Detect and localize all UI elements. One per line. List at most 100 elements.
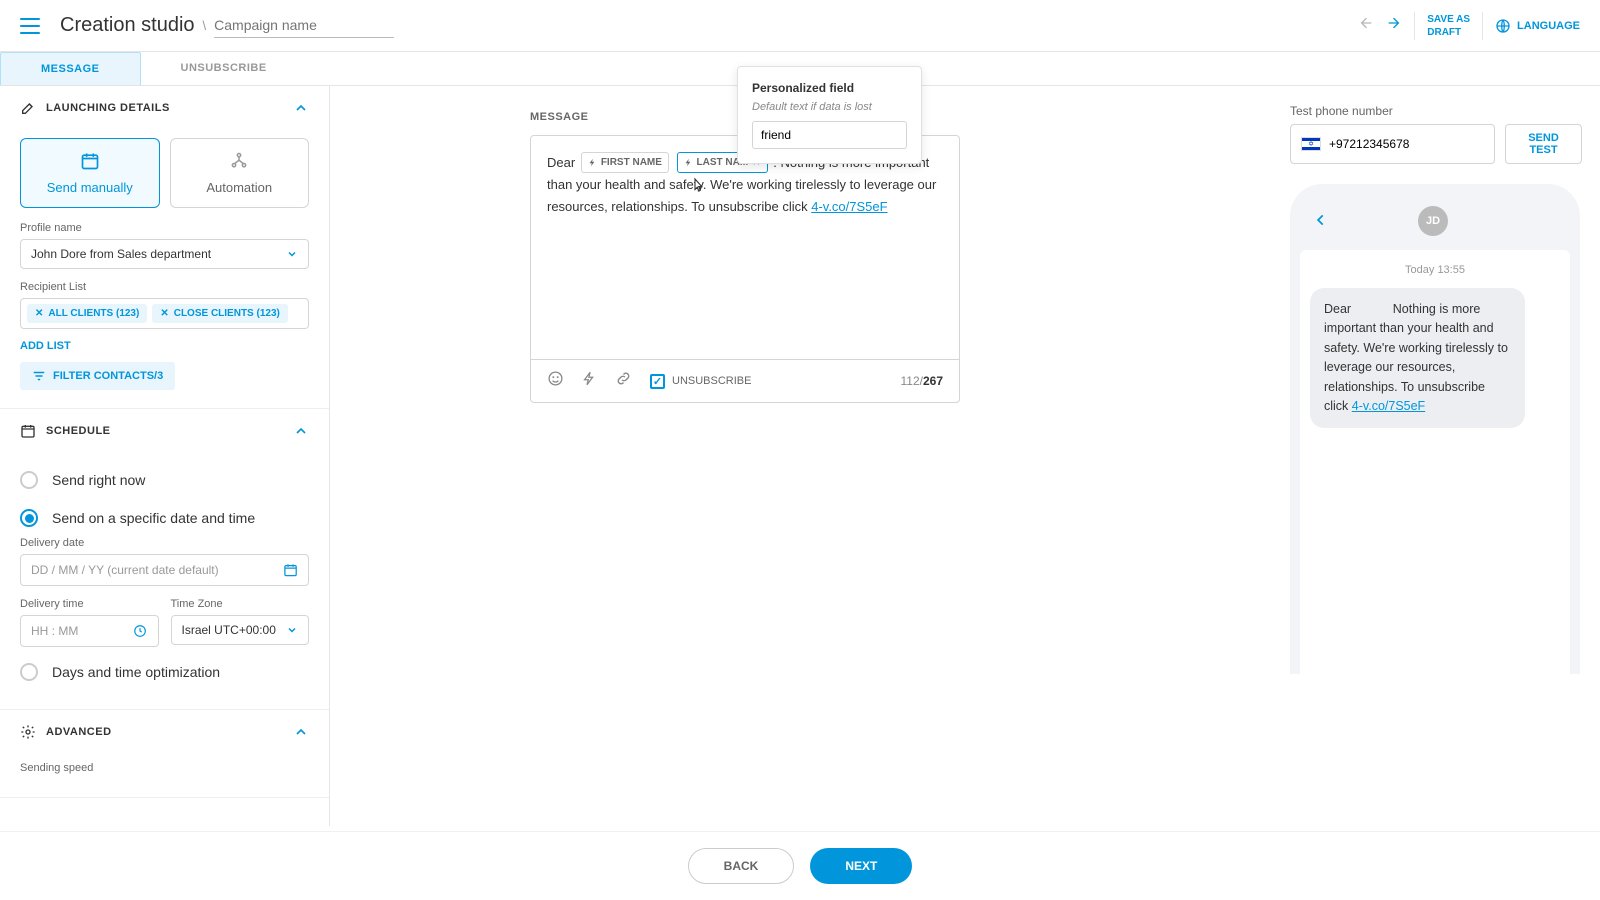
radio-unchecked-icon (20, 471, 38, 489)
close-icon[interactable]: ✕ (160, 308, 168, 319)
launching-details-header[interactable]: LAUNCHING DETAILS (0, 86, 329, 130)
filter-contacts-button[interactable]: FILTER CONTACTS/3 (20, 362, 175, 390)
recipient-chip[interactable]: ✕ CLOSE CLIENTS (123) (152, 304, 288, 323)
next-button[interactable]: NEXT (810, 848, 912, 884)
bubble-link[interactable]: 4-v.co/7S5eF (1352, 399, 1425, 413)
delivery-time-label: Delivery time (20, 598, 159, 610)
main-panel: Personalized field Default text if data … (330, 86, 1290, 826)
filter-label: FILTER CONTACTS/3 (53, 370, 163, 382)
popover-title: Personalized field (752, 81, 907, 95)
save-as-draft-button[interactable]: SAVE AS DRAFT (1427, 13, 1470, 39)
chevron-up-icon (293, 100, 309, 116)
advanced-title: ADVANCED (46, 726, 112, 738)
delivery-time-input[interactable] (20, 615, 159, 647)
back-button[interactable]: BACK (688, 848, 795, 884)
preview-timestamp: Today 13:55 (1310, 264, 1560, 276)
personalized-field-popover: Personalized field Default text if data … (737, 66, 922, 164)
recipient-list-box[interactable]: ✕ ALL CLIENTS (123) ✕ CLOSE CLIENTS (123) (20, 298, 309, 329)
header: Creation studio \ SAVE AS DRAFT LANGUAGE (0, 0, 1600, 52)
chevron-down-icon (286, 248, 298, 260)
recipient-chip[interactable]: ✕ ALL CLIENTS (123) (27, 304, 147, 323)
radio-unchecked-icon (20, 663, 38, 681)
launching-details-title: LAUNCHING DETAILS (46, 102, 170, 114)
clock-icon (133, 623, 147, 639)
lightning-icon[interactable] (582, 371, 597, 391)
tab-unsubscribe[interactable]: UNSUBSCRIBE (141, 52, 307, 85)
recipient-list-label: Recipient List (20, 281, 309, 293)
emoji-icon[interactable] (547, 370, 564, 392)
editor-text: Dear (547, 155, 575, 170)
editor-toolbar: ✓ UNSUBSCRIBE 112/267 (530, 360, 960, 403)
chevron-up-icon (293, 724, 309, 740)
chip-label: CLOSE CLIENTS (123) (174, 308, 280, 319)
delivery-time-field[interactable] (31, 624, 133, 638)
add-list-button[interactable]: ADD LIST (20, 340, 71, 352)
title-separator: \ (203, 18, 207, 33)
footer: BACK NEXT (0, 831, 1600, 900)
phone-preview: JD Today 13:55 Dear Nothing is more impo… (1290, 184, 1580, 674)
flag-icon (1301, 137, 1321, 151)
timezone-label: Time Zone (171, 598, 310, 610)
sending-speed-label: Sending speed (20, 762, 309, 774)
token-label: FIRST NAME (601, 154, 662, 171)
popover-subtitle: Default text if data is lost (752, 101, 907, 113)
lightning-icon (684, 158, 693, 167)
calendar-icon (283, 562, 298, 578)
hamburger-menu[interactable] (20, 18, 40, 34)
timezone-value: Israel UTC+00:00 (182, 623, 276, 637)
chevron-up-icon (293, 423, 309, 439)
back-arrow-icon (1314, 211, 1328, 232)
send-right-now-radio[interactable]: Send right now (20, 461, 309, 499)
profile-name-select[interactable]: John Dore from Sales department (20, 239, 309, 269)
send-specific-radio[interactable]: Send on a specific date and time (20, 499, 309, 537)
test-phone-input[interactable] (1290, 124, 1495, 164)
first-name-token[interactable]: FIRST NAME (581, 152, 669, 173)
send-now-label: Send right now (52, 472, 145, 488)
undo-icon[interactable] (1358, 14, 1374, 37)
delivery-date-field[interactable] (31, 563, 283, 577)
unsubscribe-checkbox[interactable]: ✓ UNSUBSCRIBE (650, 374, 751, 389)
profile-name-label: Profile name (20, 222, 309, 234)
unsubscribe-link[interactable]: 4-v.co/7S5eF (811, 199, 887, 214)
message-bubble: Dear Nothing is more important than your… (1310, 288, 1525, 428)
preview-panel: Test phone number SEND TEST JD Today 13:… (1290, 86, 1600, 826)
timezone-select[interactable]: Israel UTC+00:00 (171, 615, 310, 645)
send-test-button[interactable]: SEND TEST (1505, 124, 1582, 164)
language-button[interactable]: LANGUAGE (1495, 18, 1580, 34)
phone-number-field[interactable] (1329, 137, 1484, 151)
profile-name-value: John Dore from Sales department (31, 247, 211, 261)
globe-icon (1495, 18, 1511, 34)
gear-icon (20, 724, 36, 740)
advanced-header[interactable]: ADVANCED (0, 710, 329, 754)
redo-icon[interactable] (1386, 14, 1402, 37)
unsubscribe-label: UNSUBSCRIBE (672, 375, 751, 387)
schedule-header[interactable]: SCHEDULE (0, 409, 329, 453)
automation-button[interactable]: Automation (170, 138, 310, 208)
left-sidebar: LAUNCHING DETAILS Send manually (0, 86, 330, 826)
calendar-icon (29, 151, 151, 176)
checkbox-checked-icon: ✓ (650, 374, 665, 389)
automation-icon (179, 151, 301, 176)
edit-icon (20, 100, 36, 116)
chip-label: ALL CLIENTS (123) (48, 308, 139, 319)
link-icon[interactable] (615, 370, 632, 392)
close-icon[interactable]: ✕ (35, 308, 43, 319)
popover-default-text-input[interactable] (752, 121, 907, 149)
language-label: LANGUAGE (1517, 20, 1580, 32)
radio-checked-icon (20, 509, 38, 527)
send-manually-button[interactable]: Send manually (20, 138, 160, 208)
delivery-date-label: Delivery date (20, 537, 309, 549)
test-phone-label: Test phone number (1290, 104, 1582, 118)
delivery-date-input[interactable] (20, 554, 309, 586)
optimize-label: Days and time optimization (52, 664, 220, 680)
days-time-optimization-radio[interactable]: Days and time optimization (20, 653, 309, 691)
avatar: JD (1418, 206, 1448, 236)
calendar-icon (20, 423, 36, 439)
automation-label: Automation (179, 180, 301, 195)
message-editor[interactable]: Dear FIRST NAME LAST NAM ✕ . Nothing is … (530, 135, 960, 360)
character-counter: 112/267 (900, 374, 943, 388)
tab-message[interactable]: MESSAGE (0, 52, 141, 85)
lightning-icon (588, 158, 597, 167)
campaign-name-input[interactable] (214, 13, 394, 38)
schedule-title: SCHEDULE (46, 425, 111, 437)
